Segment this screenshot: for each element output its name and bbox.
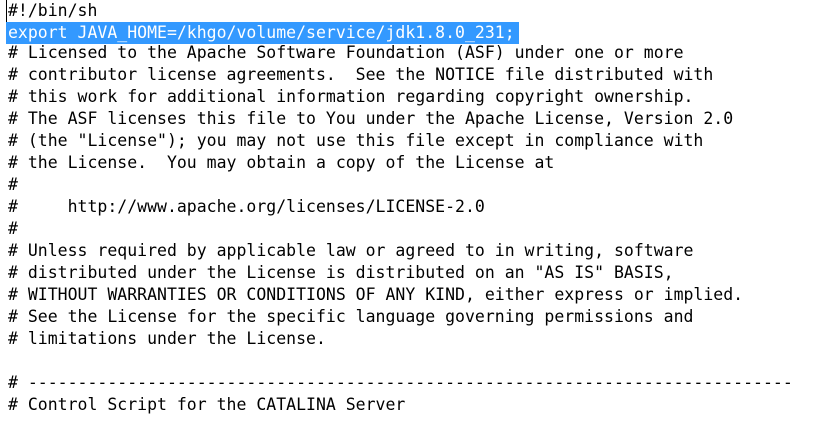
code-line[interactable]: # See the License for the specific langu… (8, 306, 693, 328)
code-line-shebang[interactable]: #!/bin/sh (8, 0, 97, 22)
code-line[interactable]: # limitations under the License. (8, 328, 326, 350)
code-line[interactable]: # (8, 218, 18, 240)
text-editor[interactable]: #!/bin/sh export JAVA_HOME=/khgo/volume/… (0, 0, 819, 423)
code-line[interactable]: # Unless required by applicable law or a… (8, 240, 693, 262)
code-line-separator[interactable]: # --------------------------------------… (8, 372, 793, 394)
code-line[interactable]: # WITHOUT WARRANTIES OR CONDITIONS OF AN… (8, 284, 743, 306)
code-line[interactable]: # distributed under the License is distr… (8, 262, 674, 284)
text-cursor (6, 0, 7, 22)
code-line-url[interactable]: # http://www.apache.org/licenses/LICENSE… (8, 196, 485, 218)
code-line[interactable]: # this work for additional information r… (8, 86, 693, 108)
code-line-selected-export[interactable]: export JAVA_HOME=/khgo/volume/service/jd… (6, 22, 519, 44)
code-line[interactable]: # the License. You may obtain a copy of … (8, 152, 554, 174)
code-line[interactable]: # Licensed to the Apache Software Founda… (8, 42, 684, 64)
code-line[interactable]: # Control Script for the CATALINA Server (8, 394, 405, 416)
code-line[interactable]: # (the "License"); you may not use this … (8, 130, 703, 152)
code-line[interactable]: # (8, 174, 18, 196)
code-line[interactable]: # contributor license agreements. See th… (8, 64, 713, 86)
code-line[interactable]: # The ASF licenses this file to You unde… (8, 108, 733, 130)
